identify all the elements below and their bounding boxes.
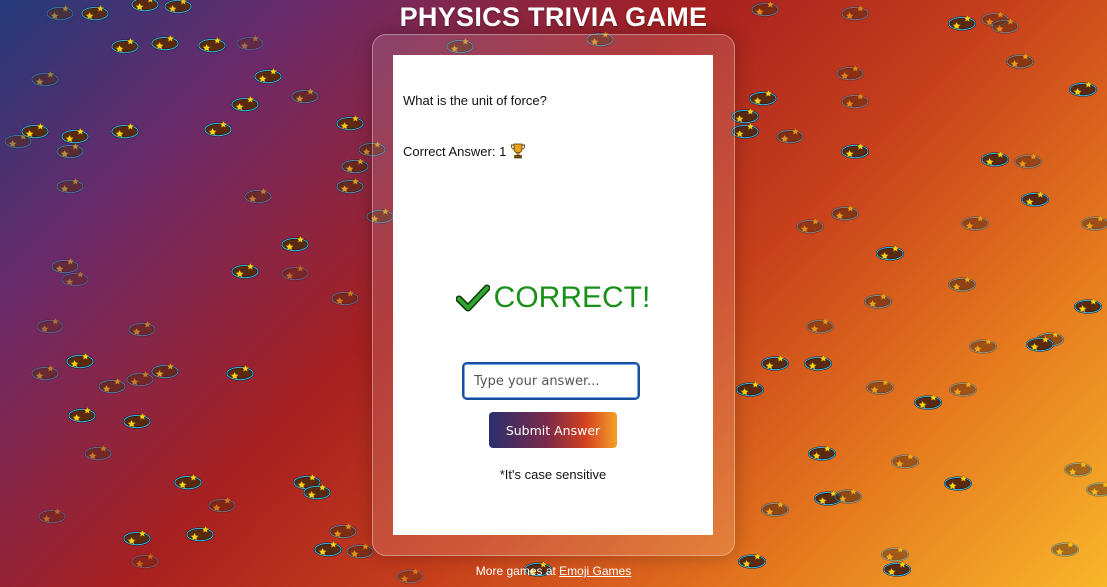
result-text: CORRECT!: [493, 281, 651, 314]
dizzy-star-icon: [981, 150, 1009, 167]
dizzy-star-icon: [151, 362, 179, 379]
result-message: CORRECT!: [393, 281, 713, 315]
dizzy-star-icon: [186, 525, 214, 542]
dizzy-star-icon: [198, 36, 226, 53]
dizzy-star-icon: [128, 320, 156, 337]
dizzy-star-icon: [31, 70, 59, 87]
dizzy-star-icon: [329, 522, 357, 539]
dizzy-star-icon: [281, 264, 309, 281]
dizzy-star-icon: [834, 487, 862, 504]
dizzy-star-icon: [84, 444, 112, 461]
dizzy-star-icon: [331, 289, 359, 306]
game-card: What is the unit of force? Correct Answe…: [393, 55, 713, 535]
dizzy-star-icon: [21, 122, 49, 139]
dizzy-star-icon: [36, 317, 64, 334]
dizzy-star-icon: [1086, 480, 1107, 497]
dizzy-star-icon: [204, 120, 232, 137]
dizzy-star-icon: [174, 473, 202, 490]
submit-answer-button[interactable]: Submit Answer: [489, 412, 617, 448]
correct-answer-label: Correct Answer: 1: [403, 143, 507, 159]
dizzy-star-icon: [336, 114, 364, 131]
dizzy-star-icon: [841, 142, 869, 159]
dizzy-star-icon: [1006, 52, 1034, 69]
dizzy-star-icon: [38, 507, 66, 524]
dizzy-star-icon: [291, 87, 319, 104]
dizzy-star-icon: [866, 378, 894, 395]
correct-answer-row: Correct Answer: 1: [403, 143, 526, 159]
dizzy-star-icon: [1021, 190, 1049, 207]
dizzy-star-icon: [949, 380, 977, 397]
dizzy-star-icon: [864, 292, 892, 309]
dizzy-star-icon: [254, 67, 282, 84]
dizzy-star-icon: [123, 412, 151, 429]
dizzy-star-icon: [961, 214, 989, 231]
dizzy-star-icon: [831, 204, 859, 221]
dizzy-star-icon: [1064, 460, 1092, 477]
dizzy-star-icon: [314, 540, 342, 557]
dizzy-star-icon: [56, 177, 84, 194]
dizzy-star-icon: [111, 122, 139, 139]
footer-prefix: More games at: [475, 564, 560, 578]
dizzy-star-icon: [808, 444, 836, 461]
dizzy-star-icon: [891, 452, 919, 469]
dizzy-star-icon: [236, 34, 264, 51]
case-sensitive-note: *It's case sensitive: [499, 467, 607, 482]
footer: More games at Emoji Games: [0, 564, 1107, 578]
dizzy-star-icon: [969, 337, 997, 354]
dizzy-star-icon: [841, 92, 869, 109]
dizzy-star-icon: [231, 95, 259, 112]
dizzy-star-icon: [1051, 540, 1079, 557]
dizzy-star-icon: [336, 177, 364, 194]
dizzy-star-icon: [749, 89, 777, 106]
dizzy-star-icon: [31, 364, 59, 381]
page-title: PHYSICS TRIVIA GAME: [399, 2, 708, 32]
dizzy-star-icon: [776, 127, 804, 144]
dizzy-star-icon: [876, 244, 904, 261]
dizzy-star-icon: [231, 262, 259, 279]
dizzy-star-icon: [796, 217, 824, 234]
dizzy-star-icon: [761, 500, 789, 517]
dizzy-star-icon: [226, 364, 254, 381]
question-text: What is the unit of force?: [403, 93, 547, 108]
emoji-games-link[interactable]: Emoji Games: [559, 564, 631, 578]
dizzy-star-icon: [736, 380, 764, 397]
answer-input[interactable]: [462, 362, 640, 400]
dizzy-star-icon: [66, 352, 94, 369]
dizzy-star-icon: [208, 496, 236, 513]
dizzy-star-icon: [1081, 214, 1107, 231]
dizzy-star-icon: [914, 393, 942, 410]
dizzy-star-icon: [244, 187, 272, 204]
dizzy-star-icon: [1026, 335, 1054, 352]
dizzy-star-icon: [61, 270, 89, 287]
dizzy-star-icon: [944, 474, 972, 491]
dizzy-star-icon: [111, 37, 139, 54]
dizzy-star-icon: [68, 406, 96, 423]
dizzy-star-icon: [341, 157, 369, 174]
dizzy-star-icon: [806, 317, 834, 334]
dizzy-star-icon: [281, 235, 309, 252]
dizzy-star-icon: [836, 64, 864, 81]
dizzy-star-icon: [1014, 152, 1042, 169]
dizzy-star-icon: [123, 529, 151, 546]
dizzy-star-icon: [761, 354, 789, 371]
dizzy-star-icon: [303, 483, 331, 500]
dizzy-star-icon: [61, 127, 89, 144]
dizzy-star-icon: [1074, 297, 1102, 314]
dizzy-star-icon: [1069, 80, 1097, 97]
dizzy-star-icon: [151, 34, 179, 51]
dizzy-star-icon: [804, 354, 832, 371]
trophy-icon: [511, 143, 526, 159]
check-mark-icon: [455, 284, 490, 312]
dizzy-star-icon: [948, 275, 976, 292]
